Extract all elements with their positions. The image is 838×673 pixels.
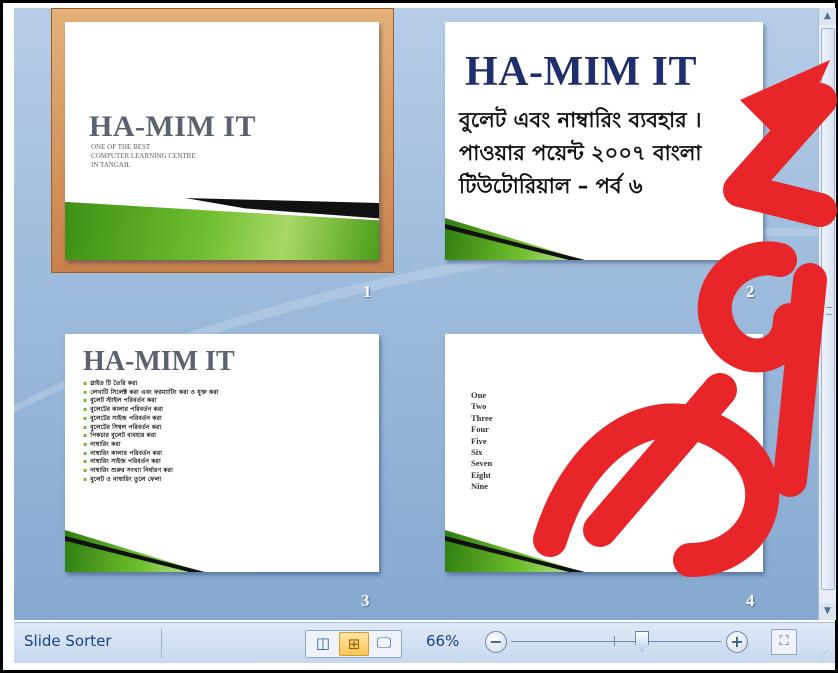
list-item: Six — [471, 447, 483, 458]
normal-view-icon[interactable]: ◫ — [309, 632, 337, 654]
current-view-label: Slide Sorter — [24, 632, 112, 650]
slide-title: HA-MIM IT — [465, 49, 697, 95]
zoom-out-icon[interactable]: − — [485, 631, 507, 653]
green-swoosh — [65, 530, 205, 572]
slide-subtitle: ONE OF THE BEST COMPUTER LEARNING CENTRE… — [91, 143, 291, 170]
list-item: বুলেটের সিম্বল পরিবর্তন করা — [83, 424, 373, 433]
slide-number-4: 4 — [746, 591, 755, 610]
zoom-slider-track[interactable] — [511, 641, 721, 642]
zoom-in-icon[interactable]: + — [726, 631, 748, 653]
list-item: বুলেট ও নাম্বারিং তুলে ফেলা — [83, 476, 373, 485]
green-swoosh — [445, 530, 585, 572]
vertical-scrollbar[interactable]: ▲ ▼ — [818, 8, 836, 620]
slide-title: HA-MIM IT — [89, 110, 256, 143]
slide-show-icon[interactable]: 🖵 — [370, 632, 398, 654]
subtitle-line: COMPUTER LEARNING CENTRE — [91, 152, 196, 160]
green-swoosh — [445, 218, 585, 260]
view-switcher: ◫ ⊞ 🖵 — [305, 630, 402, 658]
body-line: বুলেট এবং নাম্বারিং ব্যবহার । — [459, 108, 702, 132]
list-item: Five — [471, 435, 487, 446]
scroll-down-arrow-icon[interactable]: ▼ — [819, 603, 836, 620]
body-line: পাওয়ার পয়েন্ট ২০০৭ বাংলা — [459, 141, 702, 165]
status-bar: Slide Sorter ◫ ⊞ 🖵 66% − + ⛶ ⋰ — [14, 622, 835, 663]
list-item: Four — [471, 424, 489, 435]
slide-body: বুলেট এবং নাম্বারিং ব্যবহার । পাওয়ার পয… — [459, 104, 759, 203]
resize-grip-icon[interactable]: ⋰ — [821, 649, 831, 659]
list-item: বুলেটের সাইজ পরিবর্তন করা — [83, 415, 373, 424]
slide-number-3: 3 — [361, 591, 370, 610]
slide-number-2: 2 — [746, 282, 755, 301]
list-item: স্লাইড টি তৈরি করা — [83, 380, 373, 389]
subtitle-line: ONE OF THE BEST — [91, 143, 151, 151]
slide-sorter-icon[interactable]: ⊞ — [339, 632, 369, 656]
zoom-slider-midpoint — [614, 636, 615, 646]
list-item: নাম্বারিং সাইজ পরিবর্তন করা — [83, 458, 373, 467]
slide-thumbnail-3[interactable]: HA-MIM IT স্লাইড টি তৈরি করা লেখাটি সিলে… — [65, 334, 379, 572]
slide-number-1: 1 — [363, 282, 372, 301]
numbered-list: One Two Three Four Five Six Seven Eight … — [471, 390, 493, 493]
slide-thumbnail-4[interactable]: One Two Three Four Five Six Seven Eight … — [445, 334, 763, 572]
slide-thumbnail-1[interactable]: HA-MIM IT ONE OF THE BEST COMPUTER LEARN… — [65, 22, 379, 260]
fit-window-icon[interactable]: ⛶ — [771, 629, 797, 655]
list-item: পিকচার বুলেট ব্যবহার করা — [83, 432, 373, 441]
list-item: Two — [471, 401, 487, 412]
list-item: নাম্বারিং করা — [83, 441, 373, 450]
slide-thumbnail-2[interactable]: HA-MIM IT বুলেট এবং নাম্বারিং ব্যবহার । … — [445, 22, 763, 260]
list-item: Seven — [471, 458, 493, 469]
list-item: বুলেট স্টাইল পরিবর্তন করা — [83, 397, 373, 406]
list-item: বুলেটের কালার পরিবর্তন করা — [83, 406, 373, 415]
zoom-level[interactable]: 66% — [426, 632, 459, 650]
list-item: Three — [471, 412, 493, 423]
scroll-grip-icon — [826, 307, 832, 315]
body-line: টিউটোরিয়াল – পর্ব ৬ — [459, 174, 643, 198]
subtitle-line: IN TANGAIL — [91, 161, 131, 169]
zoom-slider-thumb[interactable] — [635, 631, 650, 651]
scrollbar-thumb[interactable] — [821, 28, 835, 590]
list-item: Eight — [471, 469, 491, 480]
bullet-list: স্লাইড টি তৈরি করা লেখাটি সিলেক্ট করা এব… — [83, 380, 373, 484]
scroll-up-arrow-icon[interactable]: ▲ — [819, 8, 836, 25]
slide-title: HA-MIM IT — [83, 346, 235, 377]
status-divider — [161, 628, 162, 658]
list-item: Nine — [471, 481, 488, 492]
list-item: নাম্বারিং শুরুর সংখ্যা নির্ধারণ করা — [83, 467, 373, 476]
list-item: One — [471, 390, 487, 400]
